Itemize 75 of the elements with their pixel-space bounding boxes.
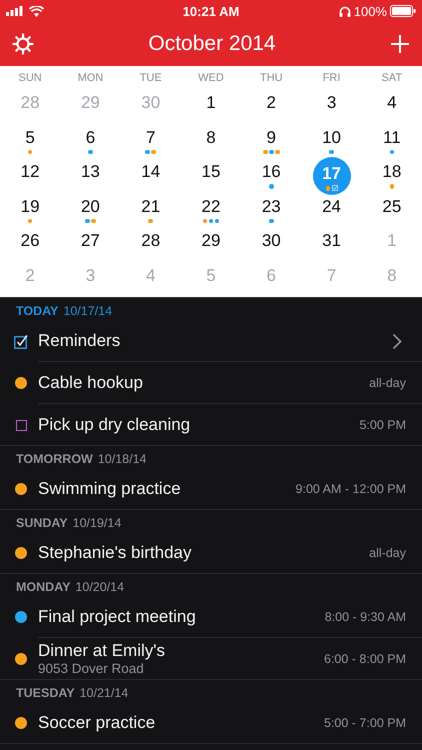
section-date: 10/18/14 [98,452,147,466]
day-cell[interactable]: 8 [192,124,229,159]
day-cell[interactable]: 5 [12,124,48,159]
day-cell[interactable]: 14 [132,159,169,194]
event-title: Soccer practice [38,713,156,733]
checkbox-icon [332,185,338,192]
weekday-label: MON [76,72,104,84]
weekday-label: FRI [322,72,342,84]
day-cell[interactable]: 3 [314,90,350,124]
day-cell[interactable]: 30 [253,228,290,262]
day-cell[interactable]: 11 [374,124,410,159]
month-title: October 2014 [148,32,276,56]
section-day: MONDAY [16,580,70,594]
weekday-label: TUE [138,72,163,84]
section-day: TOMORROW [16,452,93,466]
day-cell[interactable]: 27 [72,228,108,262]
checkbox-icon[interactable] [14,334,28,348]
settings-icon [12,33,34,55]
event-title: Cable hookup [38,373,144,393]
battery-percent: 100% [354,4,387,18]
event-title: Reminders [38,331,122,351]
plus-icon [390,34,410,54]
section-date: 10/19/14 [72,516,122,530]
headphones-icon [338,6,351,16]
event-time: 8:00 - 9:30 AM [324,610,406,624]
event-time: 5:00 - 7:00 PM [324,716,406,730]
section-day: TODAY [16,304,58,318]
day-cell[interactable]: 9 [253,124,290,159]
day-cell[interactable]: 2 [253,90,290,124]
day-cell[interactable]: 6 [72,124,108,159]
day-cell[interactable]: 29 [192,228,229,262]
event-title: Final project meeting [38,607,197,627]
day-cell[interactable]: 18 [374,159,410,194]
task-checkbox[interactable] [16,420,26,430]
day-cell[interactable]: 13 [72,159,108,194]
weekday-label: WED [197,72,225,84]
chevron-icon[interactable] [392,332,402,350]
day-cell[interactable]: 20 [72,194,108,228]
day-cell[interactable]: 31 [314,228,350,262]
event-time: 9:00 AM - 12:00 PM [296,482,406,496]
day-cell[interactable]: 21 [132,194,169,228]
day-cell[interactable]: 16 [253,159,290,194]
weekday-label: SUN [18,72,43,84]
event-title: Swimming practice [38,479,182,499]
day-cell[interactable]: 12 [12,159,48,194]
day-cell[interactable]: 24 [314,194,350,228]
event-title: Pick up dry cleaning [38,415,192,435]
section-day: TUESDAY [16,686,75,700]
battery-icon [390,5,416,17]
day-cell[interactable]: 7 [132,124,169,159]
day-cell[interactable]: 23 [253,194,290,228]
day-cell[interactable]: 19 [12,194,48,228]
event-location: 9053 Dover Road [38,661,145,677]
weekday-label: SAT [380,72,404,84]
status-time: 10:21 AM [182,4,240,18]
day-cell[interactable]: 1 [192,90,229,124]
event-title: Dinner at Emily's [38,641,166,661]
event-time: all-day [369,376,406,390]
day-cell[interactable]: 4 [374,90,410,124]
event-title: Stephanie's birthday [38,543,193,563]
event-time: all-day [369,546,406,560]
event-time: 6:00 - 8:00 PM [324,652,406,666]
wifi-icon [29,6,44,16]
section-date: 10/20/14 [75,580,124,594]
day-cell[interactable]: 22 [192,194,229,228]
day-cell[interactable]: 15 [192,159,229,194]
section-date: 10/17/14 [63,304,112,318]
weekday-label: THU [258,72,284,84]
section-day: SUNDAY [16,516,68,530]
day-cell[interactable]: 25 [374,194,410,228]
signal-icon [6,6,24,16]
event-time: 5:00 PM [359,418,406,432]
day-cell[interactable]: 26 [12,228,48,262]
section-date: 10/21/14 [80,686,128,700]
day-cell[interactable]: 28 [132,228,169,262]
